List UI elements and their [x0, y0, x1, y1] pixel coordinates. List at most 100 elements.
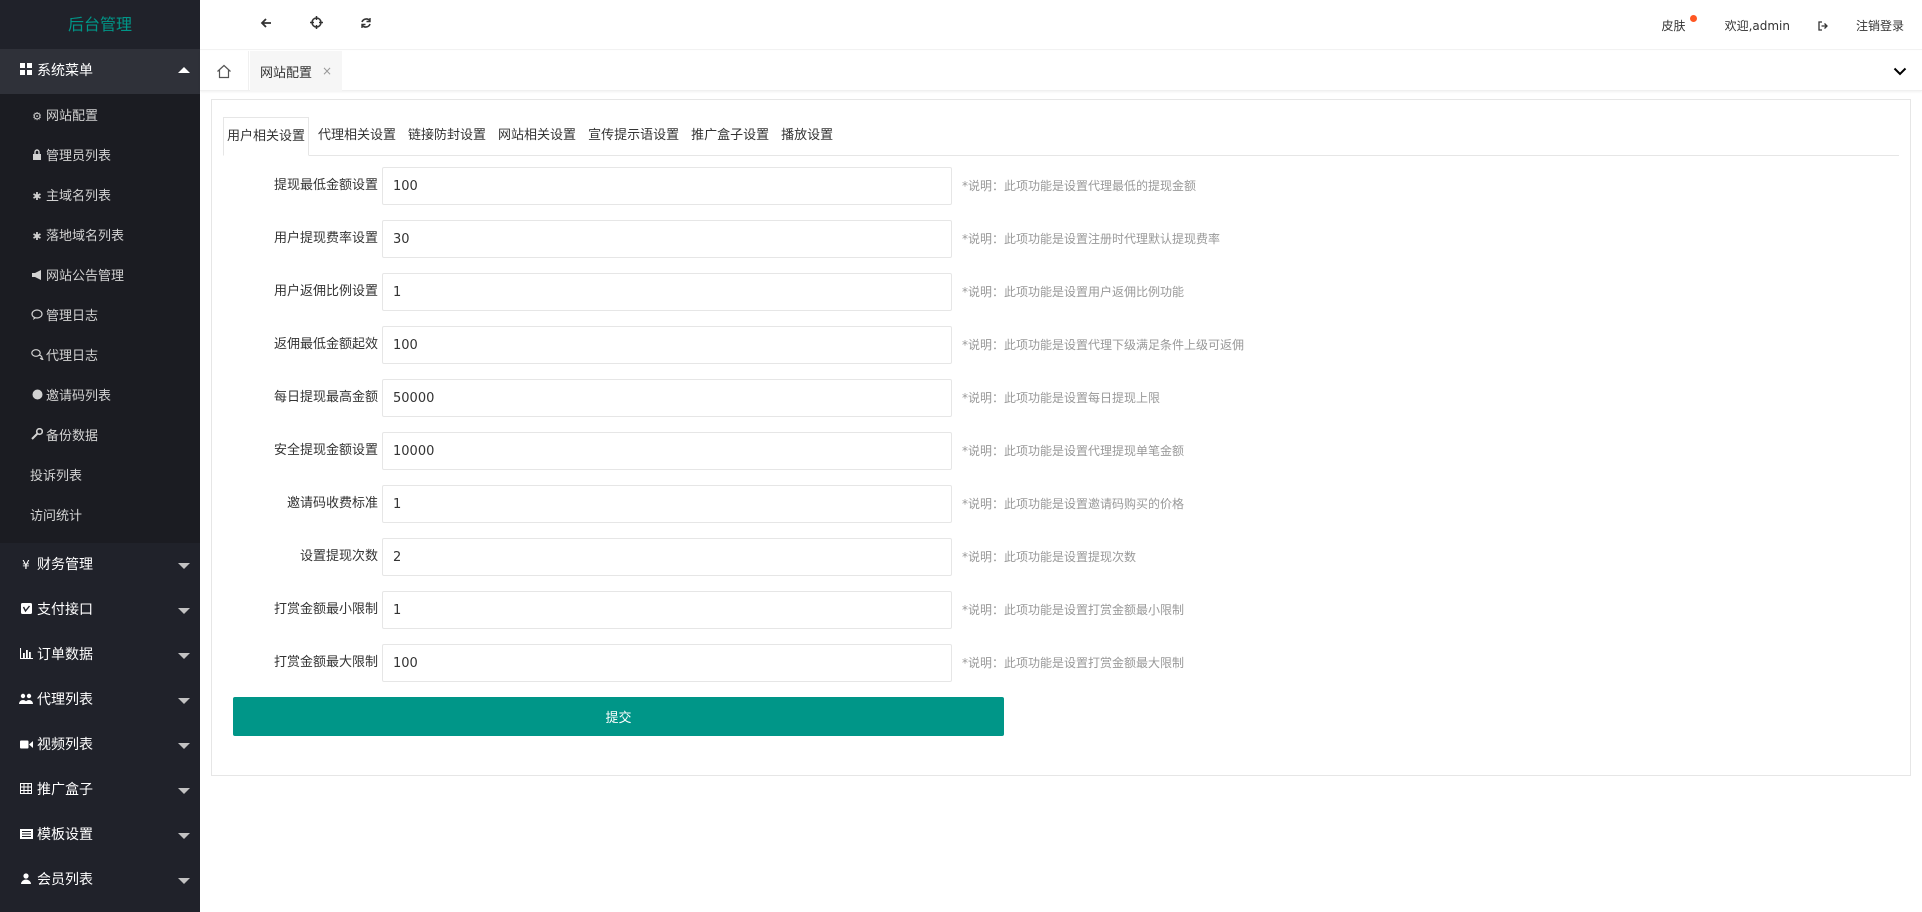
- gear-icon: ✱: [32, 230, 42, 243]
- rebate-ratio-input[interactable]: [382, 273, 952, 311]
- gears-icon: ⚙: [32, 110, 42, 123]
- sidebar-item-announcements[interactable]: 网站公告管理: [0, 257, 200, 297]
- tab-playback-settings[interactable]: 播放设置: [778, 117, 836, 155]
- field-tip: *说明：此项功能是设置用户返佣比例功能: [962, 285, 1185, 299]
- field-tip: *说明：此项功能是设置打赏金额最大限制: [962, 656, 1185, 670]
- tab-site-settings[interactable]: 网站相关设置: [495, 117, 579, 155]
- sidebar-item-label: 管理员列表: [46, 149, 112, 164]
- top-header: 皮肤 欢迎,admin 注销登录: [200, 0, 1922, 50]
- home-icon: [217, 64, 231, 78]
- refresh-icon[interactable]: [355, 14, 377, 36]
- field-label: 邀请码收费标准: [286, 496, 378, 511]
- sidebar-item-label: 备份数据: [46, 429, 99, 444]
- menu-group-agents[interactable]: 代理列表: [0, 678, 200, 723]
- withdraw-fee-rate-input[interactable]: [382, 220, 952, 258]
- sidebar-item-visit-stats[interactable]: 访问统计: [0, 497, 200, 537]
- sidebar-item-label: 落地域名列表: [46, 229, 125, 244]
- form-row: 用户提现费率设置 *说明：此项功能是设置注册时代理默认提现费率: [212, 220, 1912, 258]
- sidebar: 后台管理 系统菜单 ⚙ 网站配置 管理员列表 ✱ 主域名列表 ✱ 落地域名列表: [0, 0, 200, 912]
- form-row: 提现最低金额设置 *说明：此项功能是设置代理最低的提现金额: [212, 167, 1912, 205]
- field-label: 每日提现最高金额: [273, 390, 378, 405]
- withdraw-count-input[interactable]: [382, 538, 952, 576]
- crosshairs-icon[interactable]: [305, 14, 327, 36]
- menu-group-videos[interactable]: 视频列表: [0, 723, 200, 768]
- tab-menu-dropdown[interactable]: [1890, 61, 1910, 81]
- menu-group-label: 模板设置: [37, 827, 93, 843]
- menu-group-finance[interactable]: ¥ 财务管理: [0, 543, 200, 588]
- tab-user-settings[interactable]: 用户相关设置: [223, 117, 310, 156]
- menu-group-orders[interactable]: 订单数据: [0, 633, 200, 678]
- field-tip: *说明：此项功能是设置代理提现单笔金额: [962, 444, 1185, 458]
- form-row: 设置提现次数 *说明：此项功能是设置提现次数: [212, 538, 1912, 576]
- chevron-down-icon: [178, 608, 190, 614]
- field-label: 设置提现次数: [299, 549, 378, 564]
- chevron-down-icon: [178, 833, 190, 839]
- submit-button[interactable]: 提交: [233, 697, 1004, 736]
- sidebar-item-main-domain[interactable]: ✱ 主域名列表: [0, 177, 200, 217]
- user-icon: [19, 858, 33, 903]
- tab-promo-box-settings[interactable]: 推广盒子设置: [688, 117, 772, 155]
- tab-promo-text-settings[interactable]: 宣传提示语设置: [585, 117, 682, 155]
- form-row: 用户返佣比例设置 *说明：此项功能是设置用户返佣比例功能: [212, 273, 1912, 311]
- tip-max-amount-input[interactable]: [382, 644, 952, 682]
- circle-icon: [30, 377, 44, 417]
- sidebar-item-label: 管理日志: [46, 309, 99, 324]
- sidebar-item-complaints[interactable]: 投诉列表: [0, 457, 200, 497]
- tab-site-config[interactable]: 网站配置 ×: [250, 51, 343, 91]
- home-tab[interactable]: [200, 51, 249, 91]
- welcome-user[interactable]: 欢迎,admin: [1725, 17, 1790, 34]
- sidebar-item-landing-domain[interactable]: ✱ 落地域名列表: [0, 217, 200, 257]
- sidebar-item-admin-log[interactable]: 管理日志: [0, 297, 200, 337]
- sidebar-item-label: 网站公告管理: [46, 269, 125, 284]
- menu-group-label: 代理列表: [37, 692, 93, 708]
- field-label: 用户返佣比例设置: [273, 284, 378, 299]
- field-label: 返佣最低金额起效: [273, 337, 378, 352]
- field-label: 提现最低金额设置: [273, 178, 378, 193]
- field-tip: *说明：此项功能是设置代理最低的提现金额: [962, 179, 1197, 193]
- menu-group-payment[interactable]: 支付接口: [0, 588, 200, 633]
- menu-group-label: 会员列表: [37, 872, 93, 888]
- tab-label: 网站配置: [260, 65, 313, 81]
- safe-withdraw-amount-input[interactable]: [382, 432, 952, 470]
- skin-button[interactable]: 皮肤: [1634, 14, 1697, 34]
- logout-button[interactable]: 注销登录: [1818, 17, 1904, 34]
- form-row: 每日提现最高金额 *说明：此项功能是设置每日提现上限: [212, 379, 1912, 417]
- close-icon[interactable]: ×: [322, 64, 332, 78]
- sidebar-item-agent-log[interactable]: 代理日志: [0, 337, 200, 377]
- chevron-down-icon: [1893, 67, 1907, 75]
- field-tip: *说明：此项功能是设置注册时代理默认提现费率: [962, 232, 1221, 246]
- logout-label: 注销登录: [1855, 18, 1904, 33]
- form-row: 返佣最低金额起效 *说明：此项功能是设置代理下级满足条件上级可返佣: [212, 326, 1912, 364]
- tab-agent-settings[interactable]: 代理相关设置: [315, 117, 399, 155]
- menu-group-members[interactable]: 会员列表: [0, 858, 200, 903]
- sidebar-item-admin-list[interactable]: 管理员列表: [0, 137, 200, 177]
- rebate-min-amount-input[interactable]: [382, 326, 952, 364]
- arrow-left-icon[interactable]: [255, 14, 277, 36]
- comments-icon: [30, 337, 45, 377]
- menu-group-promo-box[interactable]: 推广盒子: [0, 768, 200, 813]
- menu-group-label: 视频列表: [37, 737, 93, 753]
- menu-group-templates[interactable]: 模板设置: [0, 813, 200, 858]
- sign-out-icon: [1818, 20, 1828, 31]
- table-icon: [19, 768, 33, 813]
- field-tip: *说明：此项功能是设置邀请码购买的价格: [962, 497, 1185, 511]
- sidebar-item-label: 网站配置: [46, 109, 99, 124]
- sidebar-item-label: 访问统计: [30, 509, 83, 524]
- field-tip: *说明：此项功能是设置打赏金额最小限制: [962, 603, 1185, 617]
- min-withdraw-input[interactable]: [382, 167, 952, 205]
- menu-group-system[interactable]: 系统菜单: [0, 49, 200, 94]
- tab-link-antiblock-settings[interactable]: 链接防封设置: [405, 117, 489, 155]
- menu-group-label: 订单数据: [37, 647, 93, 663]
- header-right: 皮肤 欢迎,admin 注销登录: [1606, 0, 1904, 50]
- users-icon: [19, 678, 33, 723]
- submenu-system: ⚙ 网站配置 管理员列表 ✱ 主域名列表 ✱ 落地域名列表 网站公告管理 管理日…: [0, 94, 200, 543]
- sidebar-item-invite-codes[interactable]: 邀请码列表: [0, 377, 200, 417]
- menu-group-label: 推广盒子: [37, 782, 93, 798]
- daily-max-withdraw-input[interactable]: [382, 379, 952, 417]
- list-alt-icon: [19, 813, 33, 858]
- sidebar-item-backup[interactable]: 备份数据: [0, 417, 200, 457]
- sidebar-item-site-config[interactable]: ⚙ 网站配置: [0, 97, 200, 137]
- tip-min-amount-input[interactable]: [382, 591, 952, 629]
- invite-code-price-input[interactable]: [382, 485, 952, 523]
- app-logo-title: 后台管理: [0, 0, 200, 49]
